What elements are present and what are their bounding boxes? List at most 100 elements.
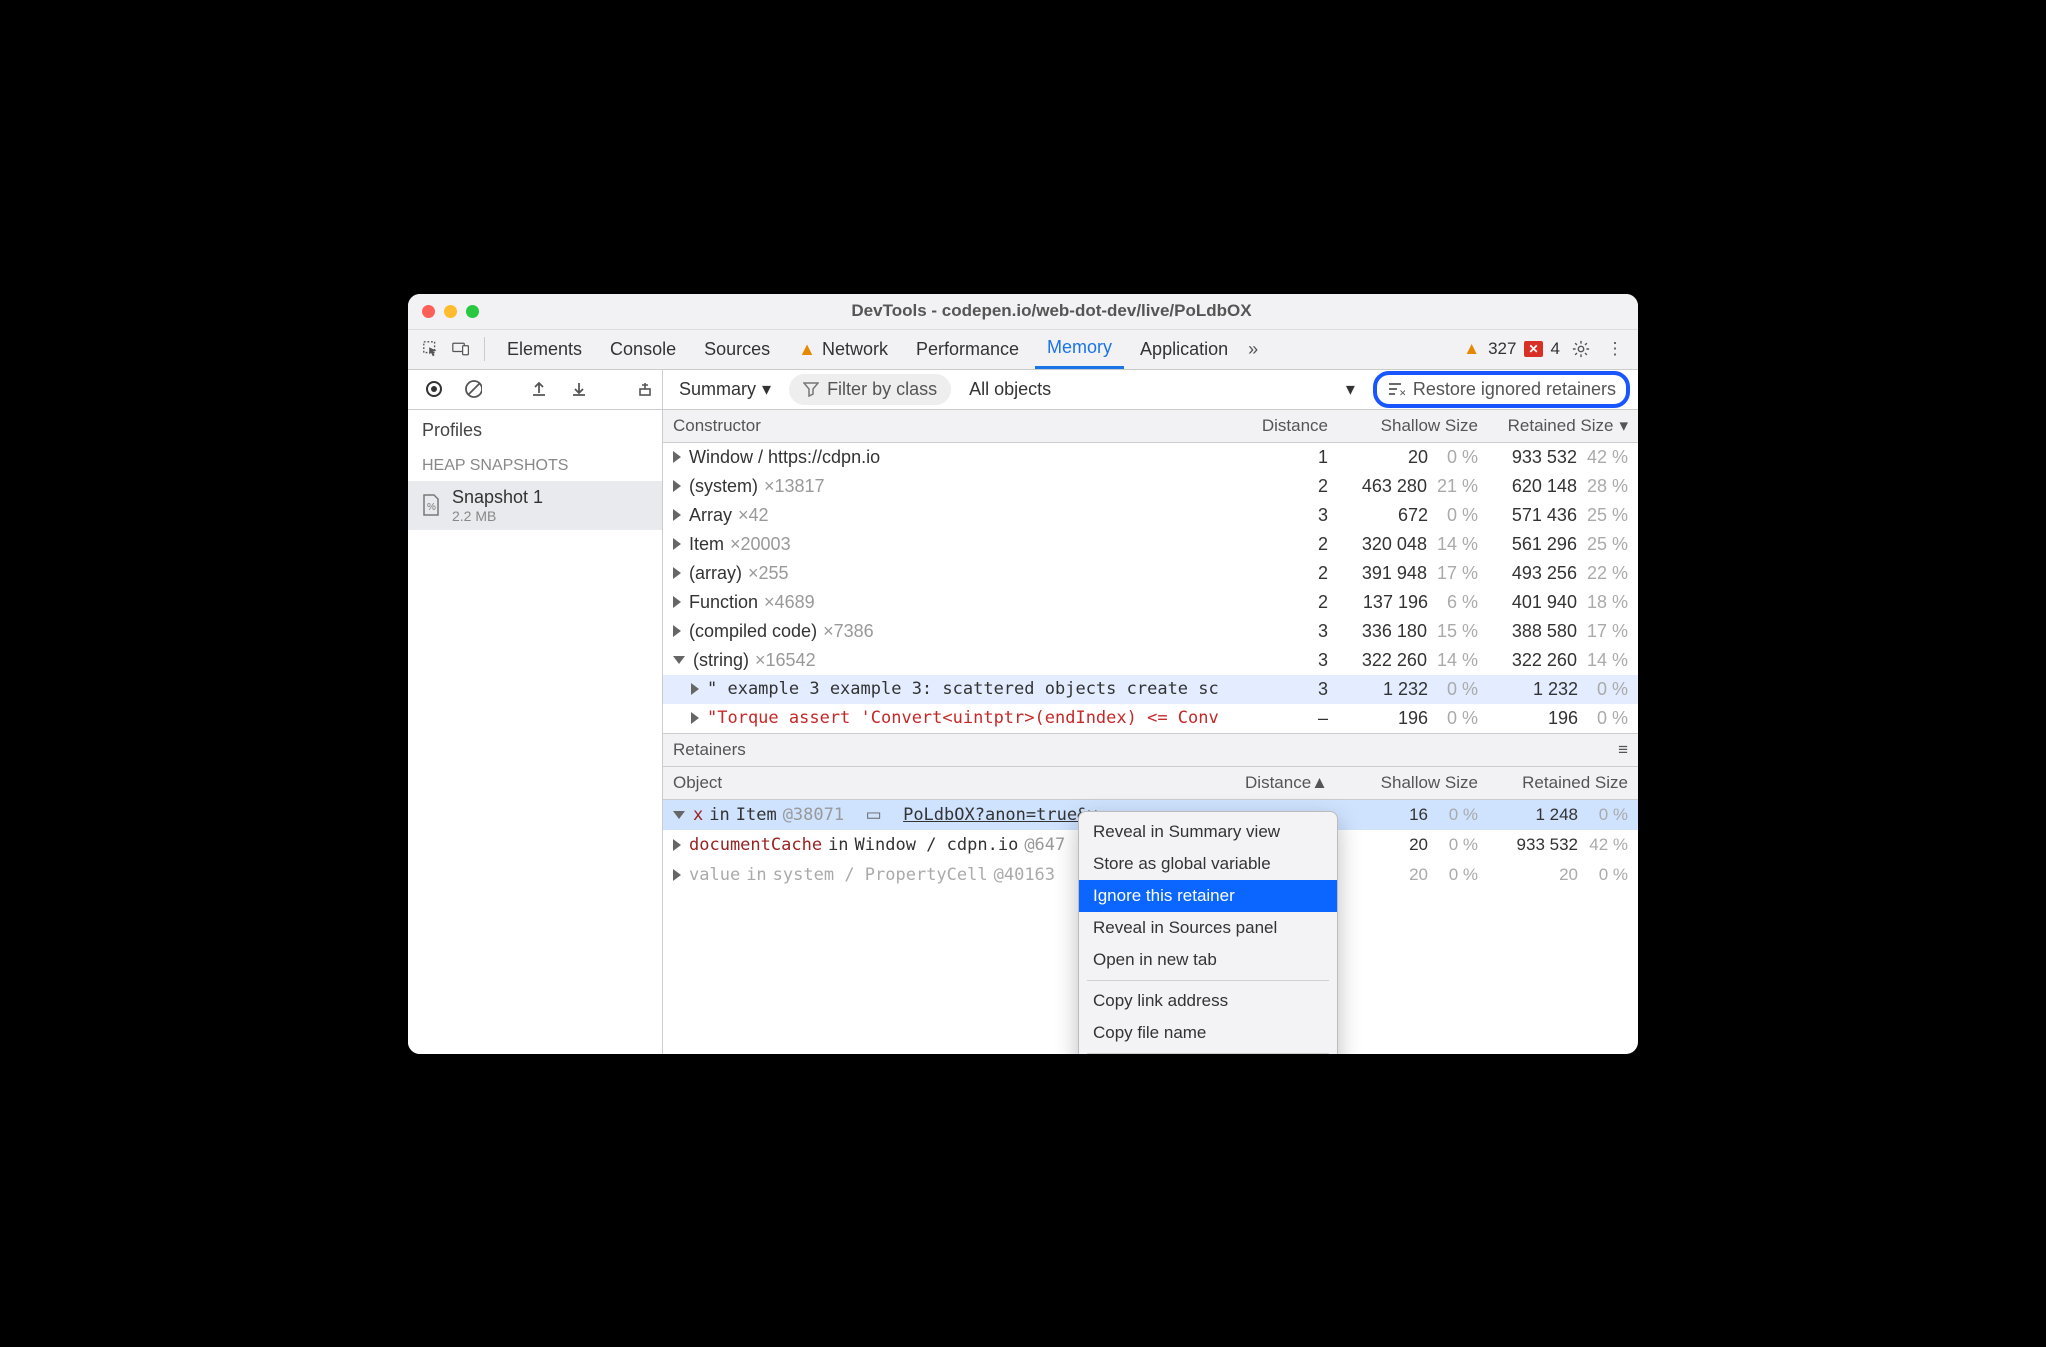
retained-value: 322 26014 %: [1488, 646, 1638, 675]
sort-desc-icon: ▾: [1619, 416, 1628, 436]
distance-value: –: [1248, 704, 1338, 733]
more-menu-icon[interactable]: ⋮: [1602, 336, 1628, 362]
retained-value: 1 2320 %: [1488, 675, 1638, 704]
expand-icon[interactable]: [673, 596, 681, 608]
tab-memory[interactable]: Memory: [1035, 329, 1124, 369]
ctx-reveal-sources[interactable]: Reveal in Sources panel: [1079, 912, 1337, 944]
header-object[interactable]: Object: [663, 767, 1248, 800]
header-retained[interactable]: Retained Size: [1488, 767, 1638, 800]
snapshot-info: Snapshot 1 2.2 MB: [452, 487, 543, 524]
collapse-icon[interactable]: [673, 656, 685, 664]
address: @38071: [783, 805, 844, 825]
upload-icon[interactable]: [526, 376, 552, 402]
distance-value: 2: [1248, 530, 1338, 559]
shallow-value: 200 %: [1338, 830, 1488, 860]
retained-value: 200 %: [1488, 860, 1638, 890]
string-child-row[interactable]: "Torque assert 'Convert<uintptr>(endInde…: [663, 704, 1638, 733]
header-distance[interactable]: Distance▲: [1248, 767, 1338, 800]
constructor-cell[interactable]: Item ×20003: [663, 530, 1248, 559]
restore-ignored-retainers-button[interactable]: ✕ Restore ignored retainers: [1373, 371, 1630, 408]
tab-performance[interactable]: Performance: [904, 329, 1031, 369]
error-count[interactable]: 4: [1551, 339, 1560, 359]
error-icon: ✕: [1524, 341, 1542, 357]
tab-elements[interactable]: Elements: [495, 329, 594, 369]
tab-network[interactable]: ▲Network: [786, 329, 900, 369]
more-tabs-button[interactable]: »: [1244, 339, 1262, 360]
constructor-cell[interactable]: (array) ×255: [663, 559, 1248, 588]
scope-dropdown[interactable]: All objects▾: [961, 379, 1363, 400]
shallow-value: 463 28021 %: [1338, 472, 1488, 501]
retained-value: 1960 %: [1488, 704, 1638, 733]
distance-value: 3: [1248, 501, 1338, 530]
clear-icon[interactable]: [460, 376, 486, 402]
constructor-cell[interactable]: Function ×4689: [663, 588, 1248, 617]
string-child-row[interactable]: " example 3 example 3: scattered objects…: [663, 675, 1638, 704]
ctx-reveal-summary[interactable]: Reveal in Summary view: [1079, 816, 1337, 848]
tab-application[interactable]: Application: [1128, 329, 1240, 369]
expand-icon[interactable]: [673, 869, 681, 881]
header-retained[interactable]: Retained Size▾: [1488, 410, 1638, 443]
address: @40163: [994, 865, 1055, 885]
expand-icon[interactable]: [673, 839, 681, 851]
record-icon[interactable]: [420, 376, 446, 402]
collapse-icon[interactable]: [673, 811, 685, 819]
view-mode-dropdown[interactable]: Summary ▾: [671, 379, 779, 400]
body: Profiles HEAP SNAPSHOTS % Snapshot 1 2.2…: [408, 410, 1638, 1054]
ctx-copy-link[interactable]: Copy link address: [1079, 985, 1337, 1017]
expand-icon[interactable]: [673, 451, 681, 463]
expand-icon[interactable]: [673, 480, 681, 492]
gc-icon[interactable]: [632, 376, 658, 402]
property-name: value: [689, 865, 740, 885]
property-name: documentCache: [689, 835, 822, 855]
expand-icon[interactable]: [673, 538, 681, 550]
download-icon[interactable]: [566, 376, 592, 402]
ctx-copy-filename[interactable]: Copy file name: [1079, 1017, 1337, 1049]
class-filter-input[interactable]: Filter by class: [789, 374, 951, 405]
tabstrip: Elements Console Sources ▲Network Perfor…: [408, 330, 1638, 370]
tab-sources[interactable]: Sources: [692, 329, 782, 369]
window-title: DevTools - codepen.io/web-dot-dev/live/P…: [479, 301, 1624, 321]
constructor-cell[interactable]: Window / https://cdpn.io: [663, 443, 1248, 472]
expand-icon[interactable]: [673, 567, 681, 579]
inspect-icon[interactable]: [418, 336, 444, 362]
menu-icon[interactable]: ≡: [1618, 740, 1628, 760]
header-constructor[interactable]: Constructor: [663, 410, 1248, 443]
expand-icon[interactable]: [673, 509, 681, 521]
header-distance[interactable]: Distance: [1248, 410, 1338, 443]
chevron-down-icon: ▾: [1346, 379, 1355, 400]
settings-icon[interactable]: [1568, 336, 1594, 362]
snapshot-size: 2.2 MB: [452, 508, 543, 524]
close-window-button[interactable]: [422, 305, 435, 318]
header-shallow[interactable]: Shallow Size: [1338, 767, 1488, 800]
warning-count[interactable]: 327: [1488, 339, 1516, 359]
maximize-window-button[interactable]: [466, 305, 479, 318]
snapshot-item[interactable]: % Snapshot 1 2.2 MB: [408, 481, 662, 530]
constructor-cell[interactable]: (system) ×13817: [663, 472, 1248, 501]
expand-icon[interactable]: [691, 712, 699, 724]
sidebar: Profiles HEAP SNAPSHOTS % Snapshot 1 2.2…: [408, 410, 663, 1054]
source-link[interactable]: PoLdbOX?anon=true&v: [903, 805, 1097, 825]
shallow-value: 1 2320 %: [1338, 675, 1488, 704]
tab-network-label: Network: [822, 339, 888, 360]
constructor-cell[interactable]: (compiled code) ×7386: [663, 617, 1248, 646]
devtools-window: DevTools - codepen.io/web-dot-dev/live/P…: [408, 294, 1638, 1054]
tab-console[interactable]: Console: [598, 329, 688, 369]
minimize-window-button[interactable]: [444, 305, 457, 318]
expand-icon[interactable]: [673, 625, 681, 637]
expand-icon[interactable]: [691, 683, 699, 695]
string-value: "Torque assert 'Convert<uintptr>(endInde…: [707, 708, 1219, 728]
memory-toolbar: Summary ▾ Filter by class All objects▾ ✕…: [408, 370, 1638, 410]
distance-value: 2: [1248, 559, 1338, 588]
object-type: system / PropertyCell: [773, 865, 988, 885]
retained-value: 493 25622 %: [1488, 559, 1638, 588]
ctx-ignore-retainer[interactable]: Ignore this retainer: [1079, 880, 1337, 912]
frame-icon: ▭: [866, 805, 882, 825]
ctx-store-global[interactable]: Store as global variable: [1079, 848, 1337, 880]
device-toggle-icon[interactable]: [448, 336, 474, 362]
constructor-cell[interactable]: Array ×42: [663, 501, 1248, 530]
property-name: x: [693, 805, 703, 825]
header-shallow[interactable]: Shallow Size: [1338, 410, 1488, 443]
restore-label: Restore ignored retainers: [1413, 379, 1616, 400]
ctx-open-new-tab[interactable]: Open in new tab: [1079, 944, 1337, 976]
string-row[interactable]: (string) ×16542 3 322 26014 % 322 26014 …: [663, 646, 1638, 675]
